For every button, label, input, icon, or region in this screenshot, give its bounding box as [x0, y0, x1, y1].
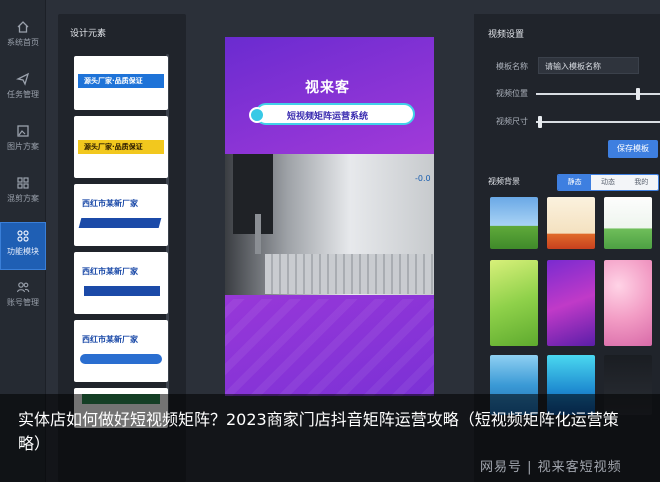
nav-item-label: 混剪方案 — [7, 194, 39, 203]
card-text: 西红市某新厂家 — [82, 267, 138, 276]
video-size-label: 视频尺寸 — [496, 117, 528, 126]
element-card[interactable]: 西红市某新厂家 — [74, 320, 168, 382]
slider-handle[interactable] — [538, 116, 542, 128]
nav-item-home[interactable]: 系统首页 — [0, 14, 46, 62]
template-name-input[interactable]: 请输入模板名称 — [538, 57, 639, 74]
tab-dynamic[interactable]: 动态 — [591, 175, 625, 190]
video-preview-canvas[interactable]: 视来客 短视频矩阵运营系统 -0.0 — [225, 37, 434, 396]
settings-title: 视频设置 — [488, 30, 525, 40]
canvas-banner[interactable]: 短视频矩阵运营系统 — [255, 103, 415, 125]
background-thumbnail[interactable] — [547, 260, 595, 346]
canvas-banner-text: 短视频矩阵运营系统 — [287, 112, 369, 122]
nav-item-label: 图片方案 — [7, 142, 39, 151]
card-bar — [78, 218, 162, 228]
canvas-stripes — [225, 299, 434, 396]
home-icon — [17, 21, 29, 33]
background-thumbnail[interactable] — [604, 197, 652, 249]
template-name-placeholder: 请输入模板名称 — [545, 62, 601, 71]
users-icon — [16, 282, 30, 293]
tab-static[interactable]: 静态 — [558, 175, 592, 190]
video-size-slider[interactable] — [536, 116, 660, 128]
nav-item-image-plans[interactable]: 图片方案 — [0, 118, 46, 166]
card-text: 源头厂家·品质保证 — [84, 77, 143, 85]
card-bar — [80, 354, 162, 364]
nav-item-label: 任务管理 — [7, 90, 39, 99]
nav-item-tasks[interactable]: 任务管理 — [0, 66, 46, 114]
card-text: 源头厂家·品质保证 — [84, 143, 143, 151]
machine-tool — [255, 214, 261, 254]
nav-item-label: 系统首页 — [7, 38, 39, 47]
card-bar — [84, 286, 160, 296]
card-text: 西红市某新厂家 — [82, 335, 138, 344]
nav-item-label: 账号管理 — [7, 298, 39, 307]
element-card[interactable]: 源头厂家·品质保证 — [74, 56, 168, 110]
caption-text: 实体店如何做好短视频矩阵？2023商家门店抖音矩阵运营攻略（短视频矩阵化运营策略… — [18, 410, 619, 453]
background-tabs: 静态 动态 我的 — [557, 174, 659, 191]
background-thumbnail[interactable] — [490, 260, 538, 346]
card-text: 西红市某新厂家 — [82, 199, 138, 208]
background-thumbnail[interactable] — [490, 197, 538, 249]
nav-item-accounts[interactable]: 账号管理 — [0, 274, 46, 322]
video-frame[interactable]: -0.0 — [225, 154, 434, 295]
save-template-button[interactable]: 保存模板 — [608, 140, 658, 158]
machine-arm — [233, 154, 273, 234]
slider-handle[interactable] — [636, 88, 640, 100]
send-icon — [16, 72, 30, 86]
machine-bed — [265, 254, 434, 294]
nav-item-modules[interactable]: 功能模块 — [0, 222, 46, 270]
background-thumbnail[interactable] — [547, 197, 595, 249]
element-card[interactable]: 西红市某新厂家 — [74, 184, 168, 246]
nav-item-label: 功能模块 — [7, 247, 39, 256]
tab-mine[interactable]: 我的 — [624, 175, 658, 190]
grid-icon — [17, 177, 29, 189]
template-name-label: 模板名称 — [496, 62, 528, 71]
background-thumbnail[interactable] — [604, 260, 652, 346]
video-background-label: 视频背景 — [488, 177, 520, 186]
canvas-title: 视来客 — [305, 80, 350, 96]
element-card[interactable]: 源头厂家·品质保证 — [74, 116, 168, 178]
image-icon — [17, 125, 29, 137]
banner-dot — [249, 107, 265, 123]
video-position-slider[interactable] — [536, 88, 660, 100]
nav-item-mix-plans[interactable]: 混剪方案 — [0, 170, 46, 218]
panel-title: 设计元素 — [70, 29, 107, 39]
element-card[interactable]: 西红市某新厂家 — [74, 252, 168, 314]
watermark: 网易号 | 视来客短视频 — [480, 460, 622, 475]
video-position-label: 视频位置 — [496, 89, 528, 98]
modules-icon — [17, 230, 29, 242]
overlay-number: -0.0 — [415, 174, 431, 183]
